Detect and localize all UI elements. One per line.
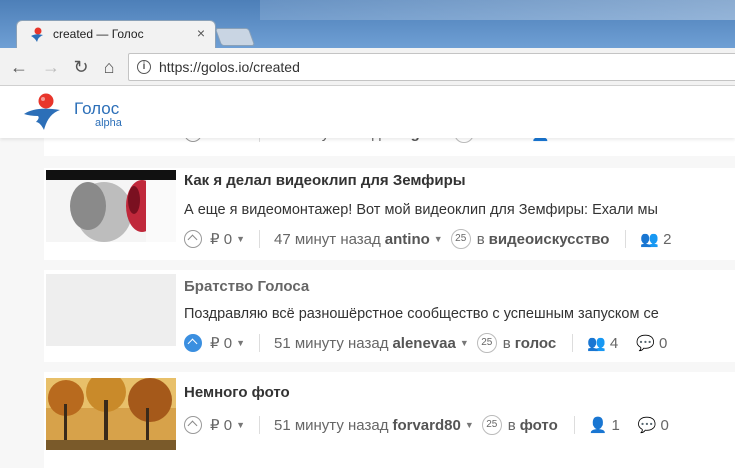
payout[interactable]: ₽ 0 bbox=[210, 230, 232, 248]
back-arrow-icon[interactable]: ← bbox=[8, 56, 30, 78]
post-category[interactable]: голос bbox=[515, 335, 556, 352]
post-time[interactable]: 51 минуту назад bbox=[274, 335, 388, 352]
voters-count[interactable]: 2 bbox=[663, 231, 671, 248]
post-category[interactable]: видеоискусство bbox=[489, 231, 610, 248]
info-icon[interactable]: i bbox=[137, 60, 151, 74]
post-title[interactable]: Как я делал видеоклип для Земфиры bbox=[184, 172, 466, 189]
titlebar-background bbox=[260, 0, 735, 20]
tab-title: created — Голос bbox=[53, 27, 144, 41]
post-body[interactable]: А еще я видеомонтажер! Вот мой видеоклип… bbox=[184, 202, 658, 218]
browser-toolbar: ← → ↻ ⌂ i https://golos.io/created bbox=[0, 48, 735, 86]
post-meta: ₽ 0 ▼ 47 минут назад antino ▼ 25 в видео… bbox=[184, 228, 689, 250]
post-author[interactable]: forvard80 bbox=[392, 417, 460, 434]
reputation-badge: 25 bbox=[450, 229, 471, 249]
in-label: в bbox=[502, 334, 511, 352]
golos-logo-icon[interactable] bbox=[22, 92, 62, 132]
comments-icon[interactable]: 💬 bbox=[638, 416, 657, 434]
post-thumbnail-placeholder[interactable] bbox=[46, 274, 176, 346]
url-text[interactable]: https://golos.io/created bbox=[159, 59, 300, 75]
home-icon[interactable]: ⌂ bbox=[98, 56, 120, 78]
post-category[interactable]: фото bbox=[520, 417, 558, 434]
reload-icon[interactable]: ↻ bbox=[70, 56, 92, 78]
in-label: в bbox=[476, 230, 485, 248]
post-meta: ₽ 0 ▼ 51 минуту назад alenevaa ▼ 25 в го… bbox=[184, 332, 667, 354]
browser-titlebar: created — Голос × bbox=[0, 0, 735, 48]
post-card: Немного фото ₽ 0 ▼ 51 минуту назад forva… bbox=[44, 372, 735, 468]
chevron-down-icon[interactable]: ▼ bbox=[236, 234, 245, 244]
upvote-icon[interactable] bbox=[184, 230, 202, 248]
voters-count[interactable]: 1 bbox=[611, 417, 619, 434]
post-time[interactable]: 47 минут назад bbox=[274, 231, 381, 248]
site-name[interactable]: Голос bbox=[74, 99, 119, 119]
voters-icon[interactable]: 👥 bbox=[587, 334, 606, 352]
chevron-down-icon[interactable]: ▼ bbox=[460, 338, 469, 348]
voters-icon[interactable]: 👥 bbox=[640, 230, 659, 248]
chevron-down-icon[interactable]: ▼ bbox=[236, 420, 245, 430]
post-author[interactable]: alenevaa bbox=[392, 335, 455, 352]
address-bar[interactable]: i https://golos.io/created bbox=[128, 53, 735, 81]
reputation-badge: 25 bbox=[476, 333, 497, 353]
comments-count[interactable]: 0 bbox=[660, 417, 668, 434]
post-title[interactable]: Немного фото bbox=[184, 384, 290, 401]
upvote-icon[interactable] bbox=[184, 334, 202, 352]
chevron-down-icon[interactable]: ▼ bbox=[434, 234, 443, 244]
divider bbox=[572, 334, 574, 352]
comments-icon[interactable]: 💬 bbox=[636, 334, 655, 352]
post-thumbnail[interactable] bbox=[46, 170, 176, 242]
post-body[interactable]: Поздравляю всё разношёрстное сообщество … bbox=[184, 306, 659, 322]
voters-icon[interactable]: 👤 bbox=[589, 416, 608, 434]
payout[interactable]: ₽ 0 bbox=[210, 416, 232, 434]
divider bbox=[258, 416, 260, 434]
post-thumbnail[interactable] bbox=[46, 378, 176, 450]
browser-tab-active[interactable]: created — Голос × bbox=[16, 20, 216, 48]
payout[interactable]: ₽ 0 bbox=[210, 334, 232, 352]
golos-favicon-icon bbox=[31, 27, 43, 42]
upvote-icon[interactable] bbox=[184, 416, 202, 434]
chevron-down-icon[interactable]: ▼ bbox=[236, 338, 245, 348]
tab-close-icon[interactable]: × bbox=[197, 25, 205, 41]
site-header: Голос alpha bbox=[0, 86, 735, 138]
comments-count[interactable]: 0 bbox=[659, 335, 667, 352]
post-title[interactable]: Братство Голоса bbox=[184, 278, 309, 295]
chevron-down-icon[interactable]: ▼ bbox=[465, 420, 474, 430]
site-tag: alpha bbox=[95, 117, 122, 129]
post-card: Братство Голоса Поздравляю всё разношёрс… bbox=[44, 270, 735, 362]
divider bbox=[573, 416, 575, 434]
post-author[interactable]: antino bbox=[385, 231, 430, 248]
voters-count[interactable]: 4 bbox=[610, 335, 618, 352]
post-time[interactable]: 51 минуту назад bbox=[274, 417, 388, 434]
forward-arrow-icon[interactable]: → bbox=[40, 56, 62, 78]
in-label: в bbox=[507, 416, 516, 434]
feed: ₽ 0 ▼ 46 минут назад imag.me 45 в bar 👤 … bbox=[0, 123, 735, 468]
reputation-badge: 25 bbox=[481, 415, 502, 435]
post-card-partial: ₽ 0 ▼ 46 минут назад imag.me 45 в bar 👤 … bbox=[44, 123, 735, 156]
new-tab-button[interactable] bbox=[214, 28, 256, 46]
post-meta: ₽ 0 ▼ 51 минуту назад forvard80 ▼ 25 в ф… bbox=[184, 414, 669, 436]
divider bbox=[258, 334, 260, 352]
divider bbox=[258, 230, 260, 248]
divider bbox=[625, 230, 627, 248]
post-card: Как я делал видеоклип для Земфиры А еще … bbox=[44, 168, 735, 260]
